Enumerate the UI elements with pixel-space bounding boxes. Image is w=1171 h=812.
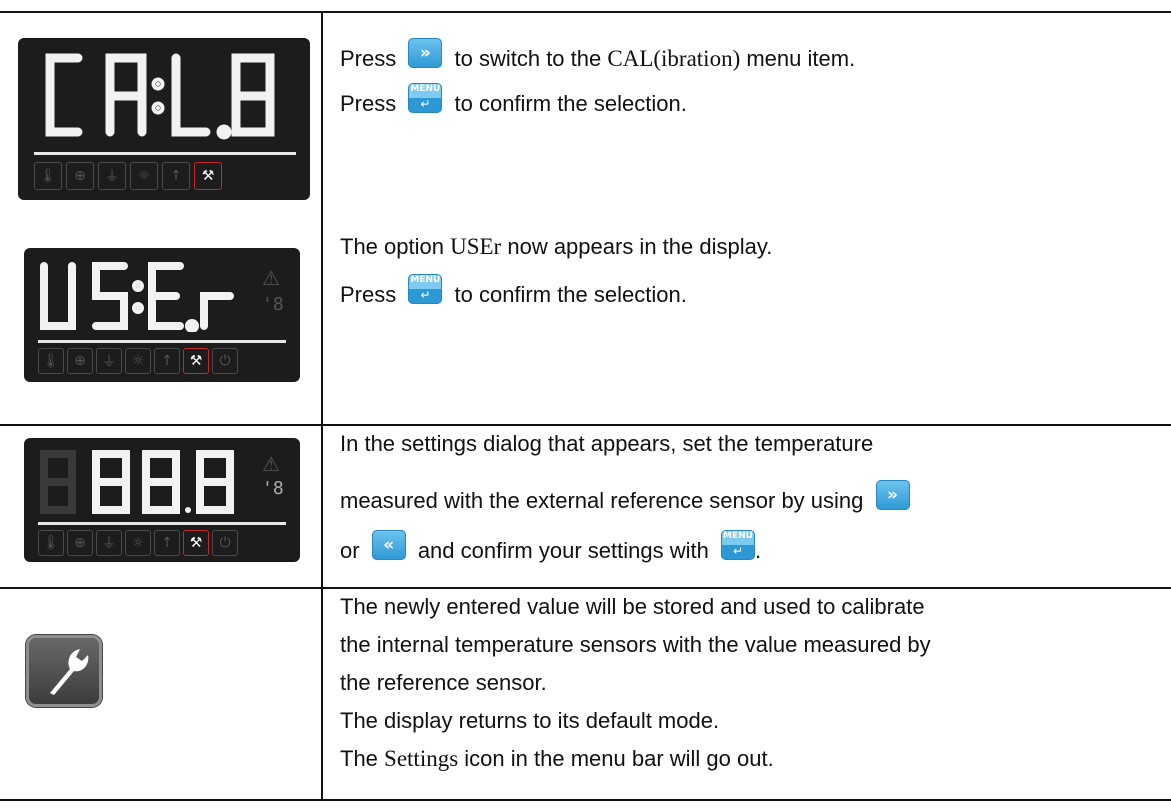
text-fragment: menu item. xyxy=(746,45,856,71)
instruction-line: Press » to switch to the CAL(ibration) m… xyxy=(340,38,856,80)
display-panel-cal: 🌡 ⊕ ⏚ ☼ ↑ ⚒ xyxy=(18,38,310,200)
fan-icon: ⊕ xyxy=(67,348,93,374)
menu-label: MENU xyxy=(722,531,753,541)
instruction-line: measured with the external reference sen… xyxy=(340,480,916,522)
thermometer-up-icon: ↑ xyxy=(162,162,190,190)
instruction-line: In the settings dialog that appears, set… xyxy=(340,427,873,461)
instruction-line: The option USEr now appears in the displ… xyxy=(340,230,772,264)
fan-icon: ⊕ xyxy=(67,530,93,556)
lightbulb-icon: ☼ xyxy=(125,348,151,374)
text-fragment: to confirm the selection. xyxy=(454,281,687,307)
text-fragment: now appears in the display. xyxy=(507,234,773,259)
next-button-icon: » xyxy=(408,38,443,78)
chevron-left-icon: « xyxy=(383,535,395,555)
menu-icon-bar: 🌡 ⊕ ⏚ ☼ ↑ ⚒ ⏻ xyxy=(38,348,238,374)
text-fragment: or xyxy=(340,537,360,563)
display-divider xyxy=(38,522,286,525)
row-divider xyxy=(0,587,1171,589)
menu-enter-button-icon: MENU ↵ xyxy=(408,83,443,123)
text-fragment: to confirm the selection. xyxy=(454,90,687,116)
text-fragment: to switch to the xyxy=(454,45,602,71)
text-fragment: Press xyxy=(340,90,397,116)
menu-label: MENU xyxy=(410,84,441,94)
lightbulb-icon: ☼ xyxy=(125,530,151,556)
power-icon: ⏻ xyxy=(212,530,238,556)
text-fragment: The display returns to its default mode. xyxy=(340,708,720,733)
text-fragment: The option xyxy=(340,234,444,259)
enter-arrow-icon: ↵ xyxy=(420,288,431,302)
plug-icon: ⏚ xyxy=(98,162,126,190)
text-fragment: . xyxy=(754,537,762,563)
instruction-line: or « and confirm your settings with MENU… xyxy=(340,530,762,572)
icon-name: Settings xyxy=(384,746,459,771)
instruction-line: The newly entered value will be stored a… xyxy=(340,590,925,624)
thermometer-icon: 🌡 xyxy=(38,530,64,556)
instruction-line: the internal temperature sensors with th… xyxy=(340,628,931,662)
plug-icon: ⏚ xyxy=(96,530,122,556)
thermometer-up-icon: ↑ xyxy=(154,530,180,556)
instruction-line: The display returns to its default mode. xyxy=(340,704,719,738)
wrench-icon: ⚒ xyxy=(194,162,222,190)
degree-unit-icon: '8 xyxy=(262,478,284,499)
menu-icon-bar: 🌡 ⊕ ⏚ ☼ ↑ ⚒ ⏻ xyxy=(38,530,238,556)
menu-item-name: CAL(ibration) xyxy=(607,45,741,71)
seven-segment-display xyxy=(40,450,234,514)
next-button-icon: » xyxy=(875,480,910,520)
menu-label: MENU xyxy=(410,275,441,285)
instruction-line: Press MENU ↵ to confirm the selection. xyxy=(340,274,687,316)
degree-unit-icon: '8 xyxy=(262,294,284,315)
thermometer-up-icon: ↑ xyxy=(154,348,180,374)
plug-icon: ⏚ xyxy=(96,348,122,374)
text-fragment: In the settings dialog that appears, set… xyxy=(340,431,874,456)
menu-enter-button-icon: MENU ↵ xyxy=(408,274,443,314)
table-column-divider xyxy=(321,11,323,801)
option-name: USEr xyxy=(450,234,502,259)
thermometer-icon: 🌡 xyxy=(34,162,62,190)
fan-icon: ⊕ xyxy=(66,162,94,190)
text-fragment: measured with the external reference sen… xyxy=(340,487,864,513)
text-fragment: the internal temperature sensors with th… xyxy=(340,632,931,657)
thermometer-icon: 🌡 xyxy=(38,348,64,374)
warning-icon: ⚠ xyxy=(262,452,280,476)
display-divider xyxy=(34,152,296,155)
display-panel-user: ⚠ '8 🌡 ⊕ ⏚ ☼ ↑ ⚒ ⏻ xyxy=(24,248,300,382)
instruction-line: the reference sensor. xyxy=(340,666,547,700)
row-divider xyxy=(0,424,1171,426)
settings-wrench-icon xyxy=(26,635,102,707)
text-fragment: The xyxy=(340,746,378,771)
menu-icon-bar: 🌡 ⊕ ⏚ ☼ ↑ ⚒ xyxy=(34,162,222,190)
display-divider xyxy=(38,340,286,343)
menu-enter-button-icon: MENU ↵ xyxy=(720,530,755,570)
previous-button-icon: « xyxy=(371,530,406,570)
table-border-top xyxy=(0,11,1171,13)
text-fragment: icon in the menu bar will go out. xyxy=(464,746,774,771)
seven-segment-display xyxy=(40,262,234,332)
text-fragment: the reference sensor. xyxy=(340,670,547,695)
wrench-icon: ⚒ xyxy=(183,530,209,556)
wrench-icon: ⚒ xyxy=(183,348,209,374)
power-icon: ⏻ xyxy=(212,348,238,374)
chevron-right-icon: » xyxy=(887,485,899,505)
instruction-line: The Settings icon in the menu bar will g… xyxy=(340,742,774,776)
text-fragment: The newly entered value will be stored a… xyxy=(340,594,925,619)
text-fragment: Press xyxy=(340,281,397,307)
enter-arrow-icon: ↵ xyxy=(732,544,743,558)
chevron-right-icon: » xyxy=(419,43,431,63)
enter-arrow-icon: ↵ xyxy=(420,97,431,111)
warning-icon: ⚠ xyxy=(262,266,280,290)
display-panel-setting: ⚠ '8 🌡 ⊕ ⏚ ☼ ↑ ⚒ ⏻ xyxy=(24,438,300,562)
table-border-bottom xyxy=(0,799,1171,801)
lightbulb-icon: ☼ xyxy=(130,162,158,190)
instruction-line: Press MENU ↵ to confirm the selection. xyxy=(340,83,687,125)
seven-segment-display xyxy=(45,53,275,140)
text-fragment: and confirm your settings with xyxy=(417,537,709,563)
text-fragment: Press xyxy=(340,45,397,71)
